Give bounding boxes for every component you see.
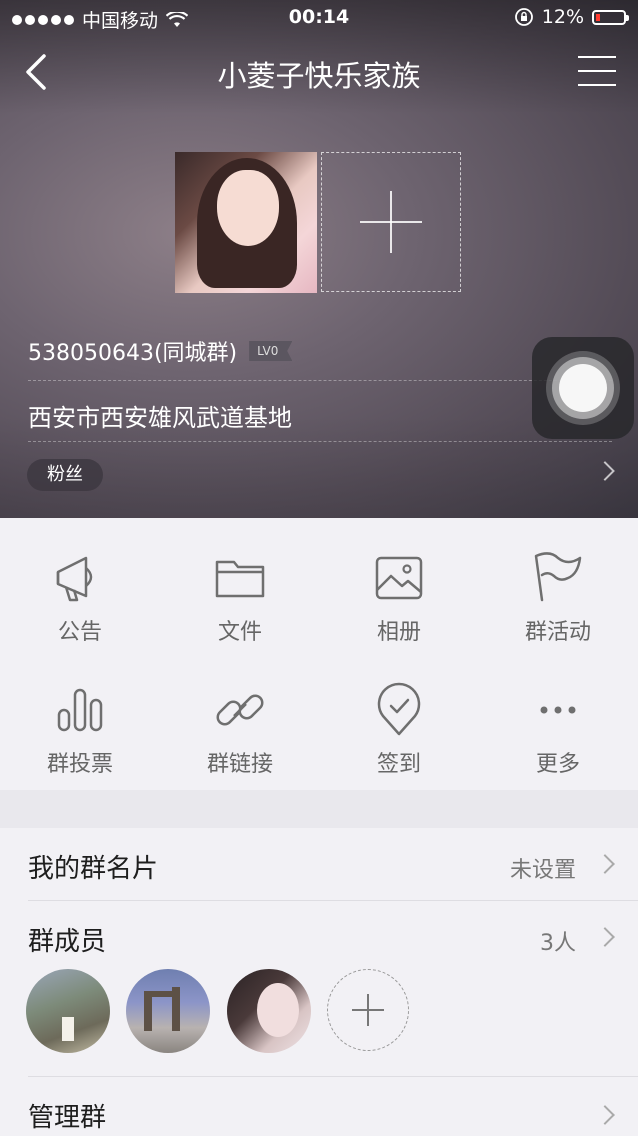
avatar[interactable]	[26, 969, 110, 1053]
battery-icon	[592, 9, 629, 25]
action-label: 群投票	[46, 752, 113, 777]
action-label: 公告	[57, 620, 102, 645]
action-label: 相册	[376, 620, 421, 645]
orientation-lock-icon	[514, 8, 533, 26]
manage-group-row[interactable]: 管理群	[0, 1077, 638, 1136]
action-grid: 公告 文件 相册 群活动 群投票 群链接 签到 更多	[0, 518, 638, 790]
action-group-link[interactable]: 群链接	[160, 680, 320, 778]
avatar[interactable]	[227, 969, 311, 1053]
battery-group: 12%	[514, 6, 629, 28]
chevron-right-icon	[595, 927, 615, 948]
action-files[interactable]: 文件	[160, 548, 320, 646]
my-group-card-row[interactable]: 我的群名片 未设置	[0, 828, 638, 900]
action-group-vote[interactable]: 群投票	[0, 680, 160, 778]
divider	[28, 441, 612, 442]
group-tag[interactable]: 粉丝	[27, 459, 103, 491]
action-more[interactable]: 更多	[478, 680, 638, 778]
photo-face	[217, 170, 279, 246]
group-id-row: 538050643(同城群) LV0	[28, 335, 293, 367]
row-title: 管理群	[28, 1103, 107, 1133]
chevron-right-icon	[595, 854, 615, 875]
level-badge: LV0	[249, 341, 293, 361]
group-location: 西安市西安雄风武道基地	[28, 404, 292, 432]
nav-bar: 小菱子快乐家族	[0, 36, 638, 110]
row-title: 我的群名片	[28, 854, 159, 884]
action-label: 更多	[535, 752, 580, 777]
megaphone-icon	[56, 556, 93, 602]
page-title: 小菱子快乐家族	[217, 59, 421, 93]
add-member-button[interactable]	[327, 969, 409, 1051]
checkin-pin-icon	[377, 682, 421, 736]
folder-icon	[215, 560, 265, 598]
row-value: 未设置	[509, 858, 576, 883]
row-title: 群成员	[28, 927, 107, 957]
action-label: 文件	[217, 620, 262, 645]
action-group-activity[interactable]: 群活动	[478, 548, 638, 646]
action-label: 群链接	[206, 752, 273, 777]
status-bar: 中国移动 00:14 12%	[0, 0, 638, 36]
divider	[28, 380, 612, 381]
action-checkin[interactable]: 签到	[319, 680, 479, 778]
action-label: 群活动	[524, 620, 591, 645]
flag-icon	[534, 552, 582, 602]
image-icon	[375, 556, 423, 600]
add-photo-button[interactable]	[321, 152, 461, 292]
group-id-text: 538050643(同城群)	[28, 341, 238, 366]
action-album[interactable]: 相册	[319, 548, 479, 646]
assistive-touch-button[interactable]	[532, 337, 634, 439]
link-icon	[216, 694, 264, 726]
action-announcement[interactable]: 公告	[0, 548, 160, 646]
bar-chart-icon	[57, 688, 103, 732]
chevron-right-icon	[595, 1105, 615, 1126]
action-label: 签到	[376, 752, 421, 777]
row-value: 3人	[540, 931, 576, 956]
menu-icon[interactable]	[578, 56, 616, 88]
chevron-right-icon[interactable]	[595, 461, 615, 482]
more-dots-icon	[540, 706, 576, 714]
section-gap	[0, 790, 638, 828]
avatar[interactable]	[126, 969, 210, 1053]
battery-percent: 12%	[541, 6, 584, 28]
group-photo[interactable]	[175, 152, 317, 293]
